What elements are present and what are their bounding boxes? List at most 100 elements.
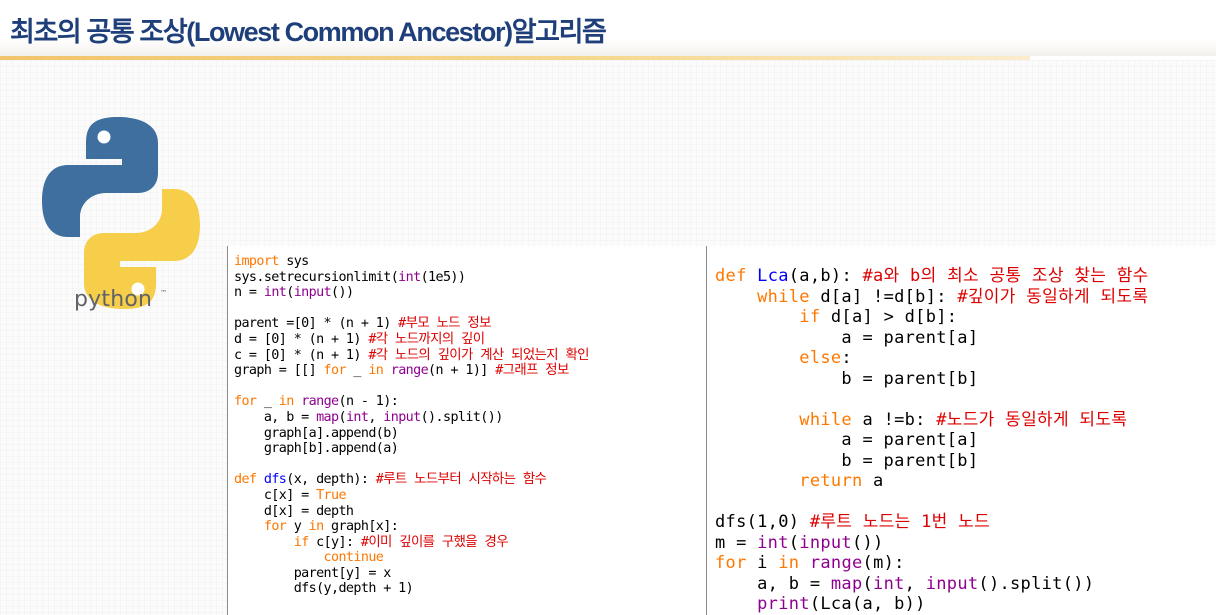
code-token: ().split()) bbox=[420, 409, 504, 425]
code-token: print bbox=[757, 594, 810, 614]
code-line: graph = [[] for _ in range(n + 1)] #그래프 … bbox=[234, 363, 589, 379]
code-token: #각 노드의 깊이가 계산 되었는지 확인 bbox=[368, 347, 589, 363]
code-token: #a와 b의 최소 공통 조상 찾는 함수 bbox=[862, 266, 1149, 286]
code-token: in bbox=[368, 363, 384, 379]
code-line: n = int(input()) bbox=[234, 285, 589, 301]
code-token: d[a] !=d[b]: bbox=[809, 286, 958, 307]
code-line: c[x] = True bbox=[234, 488, 589, 504]
code-token: dfs(y,depth + 1) bbox=[234, 581, 414, 597]
code-token: input bbox=[925, 573, 979, 594]
code-token: ( bbox=[862, 573, 874, 594]
code-line: a, b = map(int, input().split()) bbox=[234, 410, 589, 426]
code-token: ().split()) bbox=[978, 573, 1095, 594]
code-token: while bbox=[799, 409, 852, 430]
title-bar: 최초의 공통 조상(Lowest Common Ancestor)알고리즘 bbox=[0, 0, 1216, 56]
code-token: graph[b].append(a) bbox=[234, 441, 399, 457]
code-line: print(Lca(a, b)) bbox=[715, 594, 1149, 615]
code-line: dfs(1,0) #루트 노드는 1번 노드 bbox=[715, 512, 1149, 533]
code-token: map bbox=[316, 409, 339, 425]
code-panel-right: def Lca(a,b): #a와 b의 최소 공통 조상 찾는 함수 whil… bbox=[706, 246, 1216, 615]
code-token: ( bbox=[338, 409, 346, 425]
code-token: graph[x]: bbox=[323, 519, 399, 535]
code-token: if bbox=[799, 307, 821, 327]
code-token: i bbox=[746, 553, 779, 573]
code-token: sys bbox=[278, 254, 309, 269]
code-line: def Lca(a,b): #a와 b의 최소 공통 조상 찾는 함수 bbox=[715, 266, 1149, 287]
code-line: b = parent[b] bbox=[715, 369, 1149, 390]
code-token: for bbox=[263, 519, 287, 535]
code-token: #노드가 동일하게 되도록 bbox=[936, 409, 1128, 430]
code-token: input bbox=[799, 532, 852, 553]
code-line: dfs(y,depth + 1) bbox=[234, 581, 589, 597]
code-token: in bbox=[308, 519, 325, 535]
code-token: def bbox=[234, 472, 257, 488]
code-token: graph = [[] bbox=[234, 363, 324, 379]
code-line: for _ in range(n - 1): bbox=[234, 394, 589, 410]
code-token: continue bbox=[323, 550, 384, 566]
code-line: graph[b].append(a) bbox=[234, 441, 589, 457]
code-panel-left: import sys sys.setrecursionlimit(int(1e5)… bbox=[227, 246, 706, 615]
code-token: map bbox=[830, 573, 863, 594]
code-token: dfs bbox=[263, 472, 287, 488]
code-line: if d[a] > d[b]: bbox=[715, 307, 1149, 328]
code-token: n = bbox=[234, 285, 264, 301]
code-token: sys.setrecursionlimit( bbox=[234, 269, 399, 285]
code-token: , bbox=[904, 573, 926, 594]
page-title: 최초의 공통 조상(Lowest Common Ancestor)알고리즘 bbox=[10, 17, 607, 47]
code-line: graph[a].append(b) bbox=[234, 426, 589, 442]
code-line: while a !=b: #노드가 동일하게 되도록 bbox=[715, 410, 1149, 431]
code-token: : bbox=[841, 348, 852, 368]
code-line: m = int(input()) bbox=[715, 533, 1149, 554]
code-token: import bbox=[234, 254, 279, 269]
code-line: for y in graph[x]: bbox=[234, 519, 589, 535]
code-token: return bbox=[799, 471, 863, 491]
code-token: , bbox=[368, 409, 384, 425]
code-token: d[x] = depth bbox=[234, 503, 354, 519]
code-token: int bbox=[263, 285, 287, 301]
code-token: a = parent[a] bbox=[715, 430, 979, 450]
code-token: (a,b): bbox=[788, 266, 863, 286]
code-token: (x, depth): bbox=[286, 472, 376, 488]
code-token: _ bbox=[345, 363, 369, 379]
python-logo-icon bbox=[40, 113, 202, 313]
code-line: continue bbox=[234, 550, 589, 566]
code-line: import sys bbox=[234, 254, 589, 270]
code-token: _ bbox=[256, 394, 279, 410]
code-block-right: def Lca(a,b): #a와 b의 최소 공통 조상 찾는 함수 whil… bbox=[715, 266, 1149, 615]
code-token: dfs(1,0) bbox=[715, 512, 810, 532]
code-token: parent =[0] * (n + 1) bbox=[234, 316, 399, 332]
code-block-left: import sys sys.setrecursionlimit(int(1e5)… bbox=[234, 254, 589, 597]
code-token: if bbox=[293, 534, 310, 550]
code-line: def dfs(x, depth): #루트 노드부터 시작하는 함수 bbox=[234, 472, 589, 488]
code-token: #깊이가 동일하게 되도록 bbox=[957, 286, 1149, 307]
code-token: int bbox=[873, 573, 905, 594]
code-token: y bbox=[286, 519, 309, 535]
code-line: return a bbox=[715, 471, 1149, 492]
code-token: True bbox=[316, 487, 346, 503]
code-line: b = parent[b] bbox=[715, 451, 1149, 472]
code-token: while bbox=[757, 286, 810, 307]
code-line: parent[y] = x bbox=[234, 566, 589, 582]
code-token: a, b = bbox=[715, 573, 831, 594]
code-token: in bbox=[278, 394, 295, 410]
code-token: a bbox=[862, 471, 884, 491]
code-token: m = bbox=[715, 532, 758, 553]
code-token: (Lca(a, b)) bbox=[809, 594, 926, 614]
code-token: b = parent[b] bbox=[715, 368, 979, 389]
code-token: d = [0] * (n + 1) bbox=[234, 331, 369, 347]
code-token: (n - 1): bbox=[338, 394, 399, 410]
code-token: range bbox=[301, 394, 339, 410]
code-line: if c[y]: #이미 깊이를 구했을 경우 bbox=[234, 535, 589, 551]
code-token: parent[y] = x bbox=[234, 565, 392, 581]
code-token: input bbox=[383, 409, 421, 425]
